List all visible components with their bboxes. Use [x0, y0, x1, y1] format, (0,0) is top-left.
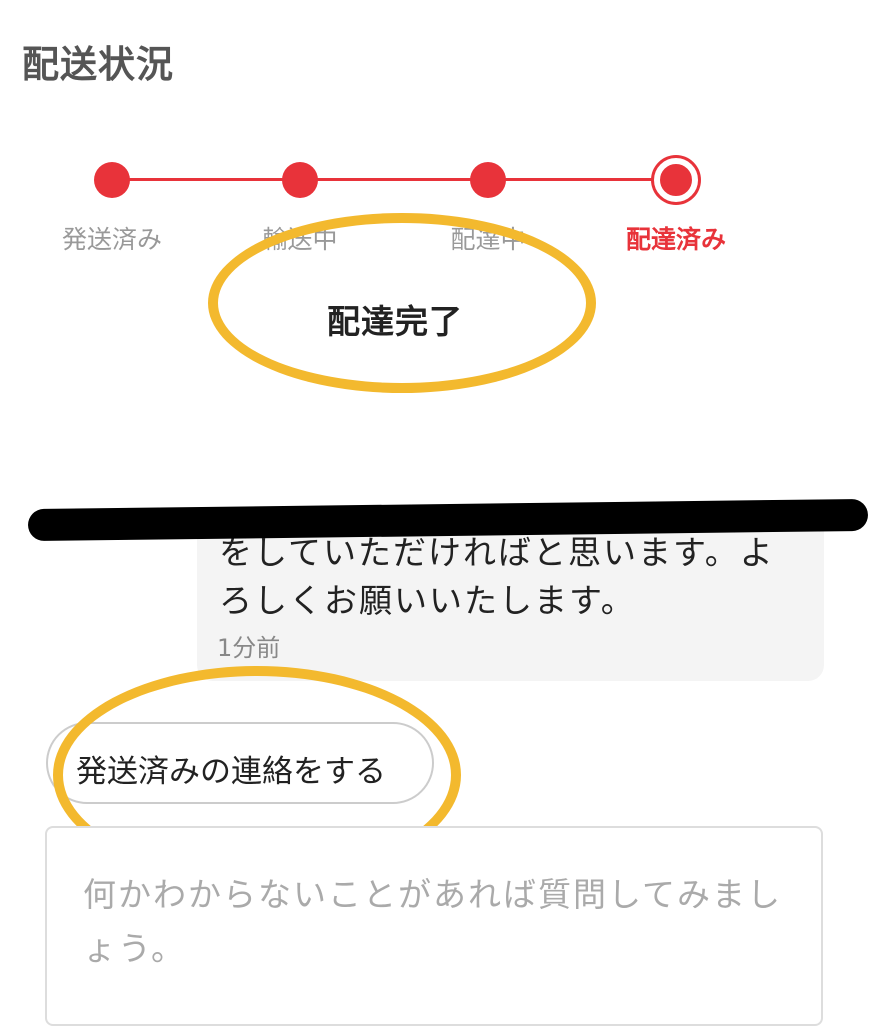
step-label-delivered: 配達済み — [625, 225, 727, 254]
notify-shipped-button[interactable]: 発送済みの連絡をする — [46, 722, 434, 804]
message-partial-line: をしていただければと思います。よ — [219, 533, 775, 572]
question-input[interactable]: 何かわからないことがあれば質問してみましょう。 — [45, 826, 823, 1026]
step-dot-out-for-delivery — [470, 162, 506, 198]
notify-shipped-label: 発送済みの連絡をする — [76, 754, 386, 790]
step-dot-delivered — [654, 158, 698, 202]
message-bubble: をしていただければと思います。よ ろしくお願いいたします。 1分前 — [197, 515, 824, 681]
message-line: ろしくお願いいたします。 — [219, 581, 636, 620]
step-label-in-transit: 輸送中 — [262, 225, 338, 254]
section-title: 配送状況 — [22, 43, 174, 86]
step-label-shipped: 発送済み — [61, 225, 163, 254]
message-text: をしていただければと思います。よ ろしくお願いいたします。 — [219, 529, 799, 625]
stepper-line — [112, 178, 676, 181]
message-time: 1分前 — [217, 634, 281, 662]
question-placeholder: 何かわからないことがあれば質問してみましょう。 — [83, 875, 783, 968]
step-dot-shipped — [94, 162, 130, 198]
delivery-status-text: 配達完了 — [327, 302, 463, 341]
step-dot-in-transit — [282, 162, 318, 198]
step-label-out-for-delivery: 配達中 — [450, 225, 526, 254]
